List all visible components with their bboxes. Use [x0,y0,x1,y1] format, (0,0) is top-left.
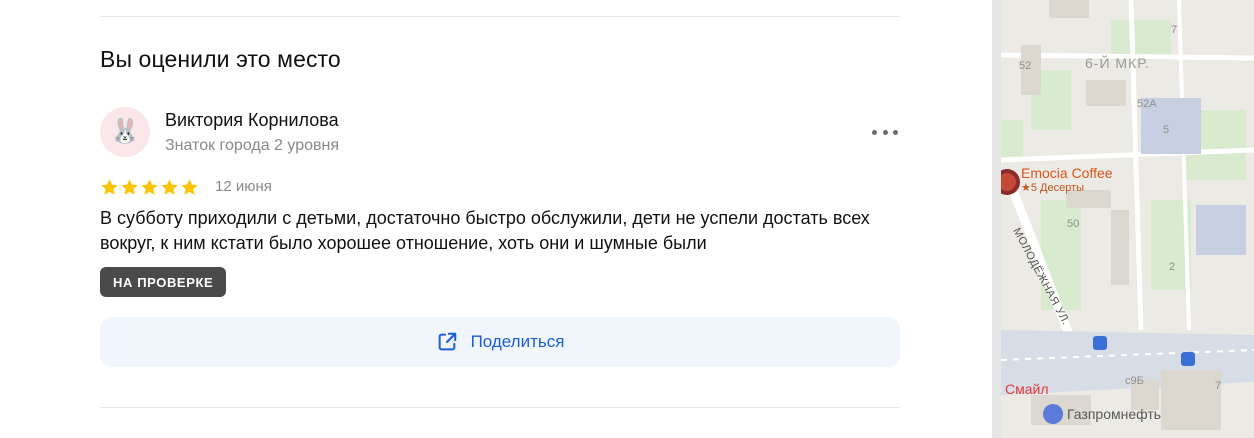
share-external-icon [438,332,456,351]
map-view[interactable]: 6-Й МКР. 52 52А 5 7 50 2 с9Б 7 Emocia Co… [1001,0,1254,438]
bunny-avatar-icon: 🐰 [110,118,140,145]
review-text: В субботу приходили с детьми, достаточно… [100,208,870,253]
author-level: Знаток города 2 уровня [165,137,340,154]
place-reviews-panel: Вы оценили это место 🐰 Виктория Корнилов… [0,0,992,438]
map-poi-cafe[interactable]: Emocia Coffee [1021,165,1113,181]
map-building-number: 7 [1215,380,1222,392]
section-title: Вы оценили это место [100,46,341,72]
more-options-button[interactable] [872,126,898,138]
map-building-number: 52 [1019,60,1032,72]
star-icon [141,179,158,195]
map-building-number: 2 [1169,261,1176,273]
top-divider [100,16,900,17]
share-label: Поделиться [470,332,565,351]
bottom-divider [100,407,900,408]
status-badge: НА ПРОВЕРКЕ [100,267,227,297]
review-date: 12 июня [215,178,272,195]
map-building-number: 7 [1171,24,1178,36]
more-dots-icon [872,129,877,135]
map-district-label: 6-Й МКР. [1085,55,1150,71]
share-button[interactable]: Поделиться [100,317,900,367]
star-icon [161,179,178,195]
star-icon [181,179,198,195]
avatar[interactable]: 🐰 [100,107,150,157]
star-icon [101,179,118,195]
panel-map-gutter [992,0,1001,438]
map-poi-gas-station[interactable]: Газпромнефть [1067,406,1161,422]
map-poi-cafe-rating: ★5 Десерты [1021,182,1085,194]
map-building-number: с9Б [1125,375,1144,387]
map-building-number: 50 [1067,218,1080,230]
author-name[interactable]: Виктория Корнилова [165,110,339,131]
rating-stars [100,178,199,197]
map-poi-smile[interactable]: Смайл [1005,381,1049,397]
map-building-number: 52А [1137,98,1157,110]
map-building-number: 5 [1163,124,1170,136]
star-icon [121,179,138,195]
